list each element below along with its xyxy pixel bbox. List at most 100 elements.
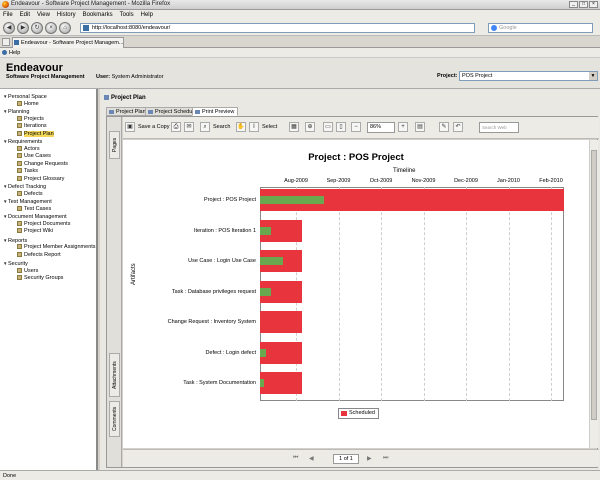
sidebar-item-defects-report[interactable]: Defects Report <box>17 252 61 259</box>
sidebar-item-requirements[interactable]: ▼Requirements <box>3 138 42 145</box>
sidebar-item-tasks[interactable]: Tasks <box>17 168 38 175</box>
sidebar-item-projects[interactable]: Projects <box>17 116 44 123</box>
page-layout-icon[interactable]: ▤ <box>415 122 425 132</box>
sidebar-item-project-wiki[interactable]: Project Wiki <box>17 228 53 235</box>
stop-icon[interactable]: × <box>45 22 57 34</box>
tree-node-icon <box>17 175 22 181</box>
select-button[interactable]: Select <box>262 122 277 133</box>
tree-node-icon <box>17 190 22 196</box>
sidebar-item-iterations[interactable]: Iterations <box>17 123 47 130</box>
scrollbar-thumb[interactable] <box>591 150 597 420</box>
chevron-down-icon[interactable]: ▼ <box>589 72 597 80</box>
x-tick-label: Oct-2009 <box>369 178 393 184</box>
menu-history[interactable]: History <box>57 12 76 18</box>
subtab-project-plan[interactable]: Project Plan <box>106 107 150 116</box>
sidebar-item-security-groups[interactable]: Security Groups <box>17 275 63 282</box>
menu-tools[interactable]: Tools <box>120 12 134 18</box>
sidebar-item-project-plan[interactable]: Project Plan <box>17 130 54 138</box>
sidebar-item-label: Reports <box>8 237 28 244</box>
reload-icon[interactable]: ↻ <box>31 22 43 34</box>
x-axis-title: Timeline <box>393 168 416 174</box>
x-tick-label: Sep-2009 <box>326 178 351 184</box>
viewer-search-input[interactable]: Search Web <box>479 122 519 133</box>
sign-icon[interactable]: ✎ <box>439 122 449 132</box>
url-bar[interactable]: http://localhost:8080/endeavour/ <box>80 23 475 33</box>
task-label: Project : POS Project <box>204 197 256 203</box>
tree-node-icon <box>17 100 22 106</box>
maximize-button[interactable]: □ <box>579 1 588 8</box>
search-button[interactable]: Search <box>213 122 230 133</box>
home-icon[interactable]: ⌂ <box>59 22 71 34</box>
firefox-icon <box>2 1 9 8</box>
sidebar-item-project-glossary[interactable]: Project Glossary <box>17 176 64 183</box>
sidebar-item-test-management[interactable]: ▼Test Management <box>3 198 52 205</box>
sidebar-item-reports[interactable]: ▼Reports <box>3 237 27 244</box>
zoom-out-icon[interactable]: − <box>351 122 361 132</box>
side-tab-attachments[interactable]: Attachments <box>109 353 120 397</box>
status-text: Done <box>3 473 17 479</box>
menu-view[interactable]: View <box>37 12 50 18</box>
browser-tab[interactable]: Endeavour - Software Project Managem... <box>12 37 124 48</box>
minimize-button[interactable]: _ <box>569 1 578 8</box>
sidebar-item-defects[interactable]: Defects <box>17 191 43 198</box>
sidebar-item-project-documents[interactable]: Project Documents <box>17 221 70 228</box>
email-icon[interactable]: ✉ <box>184 122 194 132</box>
google-icon <box>491 25 497 31</box>
viewer-scrollbar[interactable] <box>589 140 598 448</box>
sidebar-item-users[interactable]: Users <box>17 268 38 275</box>
zoom-select[interactable]: 86% <box>367 122 395 133</box>
help-icon[interactable] <box>2 50 7 55</box>
sidebar-item-document-management[interactable]: ▼Document Management <box>3 213 67 220</box>
save-icon[interactable]: ▣ <box>125 122 135 132</box>
y-axis-label: Artifacts <box>131 263 137 285</box>
help-link[interactable]: Help <box>9 50 20 56</box>
sidebar-item-use-cases[interactable]: Use Cases <box>17 153 51 160</box>
user-info: User: System Administrator <box>96 74 164 80</box>
sidebar-item-planning[interactable]: ▼Planning <box>3 108 29 115</box>
back-icon[interactable]: ◀ <box>3 22 15 34</box>
side-tab-pages[interactable]: Pages <box>109 131 120 159</box>
actual-size-icon[interactable]: ▭ <box>323 122 333 132</box>
forward-icon[interactable]: ▶ <box>17 22 29 34</box>
menu-edit[interactable]: Edit <box>20 12 30 18</box>
side-tab-comments[interactable]: Comments <box>109 401 120 437</box>
sidebar-item-test-cases[interactable]: Test Cases <box>17 206 51 213</box>
sidebar-item-personal-space[interactable]: ▼Personal Space <box>3 93 47 100</box>
sidebar-item-defect-tracking[interactable]: ▼Defect Tracking <box>3 183 46 190</box>
fit-page-icon[interactable]: ▯ <box>336 122 346 132</box>
zoom-in-icon[interactable]: + <box>398 122 408 132</box>
sidebar-item-change-requests[interactable]: Change Requests <box>17 161 68 168</box>
snapshot-icon[interactable]: ▦ <box>289 122 299 132</box>
sidebar-item-actors[interactable]: Actors <box>17 146 40 153</box>
last-page-icon[interactable]: ⏭ <box>383 455 388 462</box>
tree-node-icon <box>17 205 22 211</box>
prev-page-icon[interactable]: ◀ <box>309 455 314 462</box>
sidebar-item-project-member-assignments[interactable]: Project Member Assignments <box>17 244 96 251</box>
menu-help[interactable]: Help <box>141 12 153 18</box>
sidebar-item-label: Home <box>24 100 39 107</box>
select-tool-icon[interactable]: I <box>249 122 259 132</box>
subtab-print-preview[interactable]: Print Preview <box>192 107 239 116</box>
page-indicator[interactable]: 1 of 1 <box>333 454 359 464</box>
first-page-icon[interactable]: ⏮ <box>293 455 298 462</box>
next-page-icon[interactable]: ▶ <box>367 455 372 462</box>
save-copy-button[interactable]: Save a Copy <box>138 122 170 133</box>
zoom-tool-icon[interactable]: ⊕ <box>305 122 315 132</box>
x-tick-label: Feb-2010 <box>539 178 563 184</box>
menu-bookmarks[interactable]: Bookmarks <box>83 12 113 18</box>
gridline <box>551 187 552 401</box>
hand-tool-icon[interactable]: ✋ <box>236 122 246 132</box>
print-icon[interactable]: ⎙ <box>171 122 181 132</box>
x-tick-label: Jan-2010 <box>497 178 520 184</box>
sidebar-item-label: Personal Space <box>8 94 47 100</box>
close-button[interactable]: × <box>589 1 598 8</box>
search-icon[interactable]: ⌕ <box>200 122 210 132</box>
sidebar-item-label: Document Management <box>8 214 67 220</box>
project-select[interactable]: POS Project ▼ <box>459 71 598 81</box>
browser-search-input[interactable]: Google <box>488 23 593 33</box>
sidebar-item-home[interactable]: Home <box>17 101 39 108</box>
sidebar-item-security[interactable]: ▼Security <box>3 260 28 267</box>
new-tab-button[interactable] <box>2 38 10 46</box>
undo-icon[interactable]: ↶ <box>453 122 463 132</box>
menu-file[interactable]: File <box>3 12 13 18</box>
